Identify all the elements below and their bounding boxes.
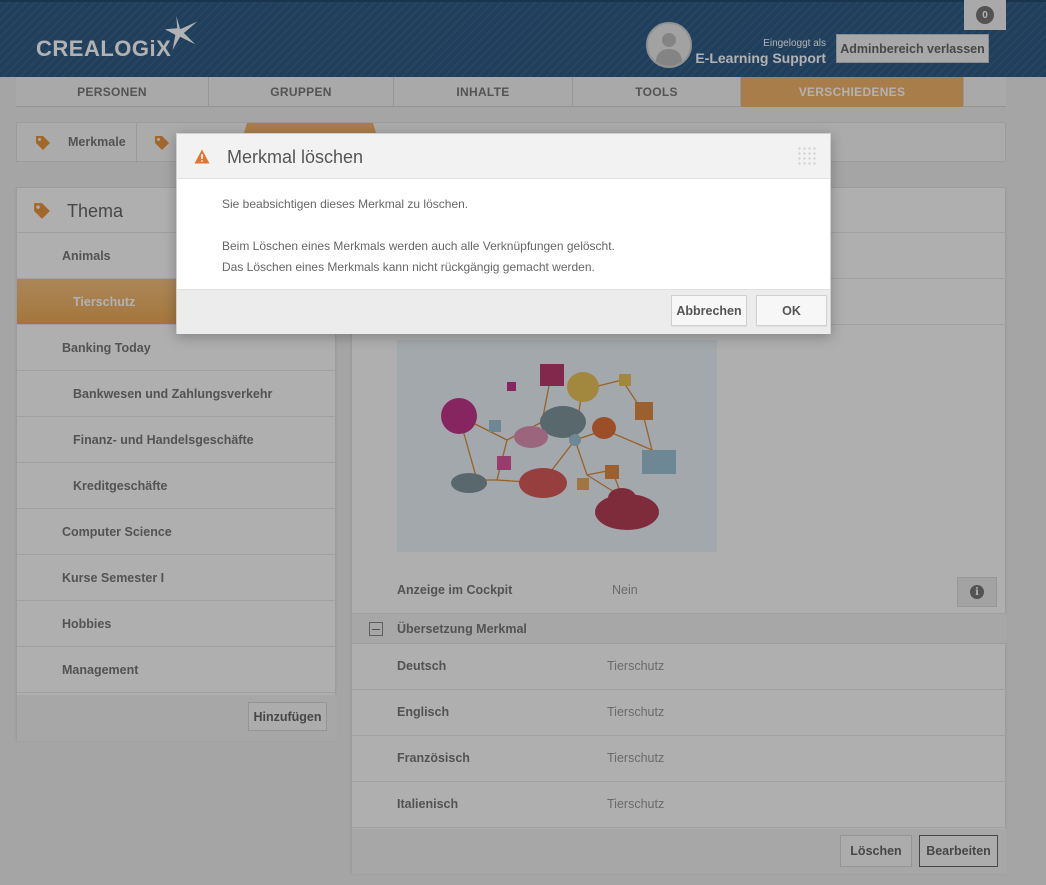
ok-button[interactable]: OK — [756, 295, 827, 326]
drag-handle-icon[interactable] — [797, 146, 817, 166]
dialog-message-line: Beim Löschen eines Merkmals werden auch … — [222, 239, 615, 253]
dialog-message-line: Sie beabsichtigen dieses Merkmal zu lösc… — [222, 197, 469, 211]
dialog-title: Merkmal löschen — [227, 147, 364, 167]
cancel-button[interactable]: Abbrechen — [671, 295, 747, 326]
dialog-message-line: Das Löschen eines Merkmals kann nicht rü… — [222, 260, 595, 274]
dialog-message: Sie beabsichtigen dieses Merkmal zu lösc… — [222, 194, 615, 278]
delete-confirmation-dialog: Merkmal löschen Sie beabsichtigen dieses… — [176, 133, 831, 334]
dialog-header[interactable]: Merkmal löschen — [177, 134, 830, 179]
warning-icon — [194, 149, 210, 164]
